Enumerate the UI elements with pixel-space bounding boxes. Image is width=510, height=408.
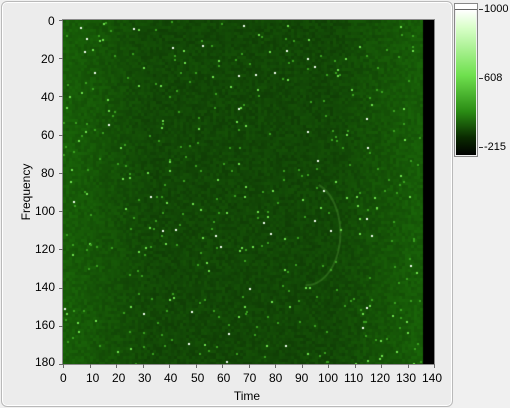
x-tick-mark	[89, 364, 91, 368]
y-tick-label: 60	[41, 128, 55, 142]
x-tick-label: 130	[396, 371, 417, 385]
color-ramp-tick	[479, 9, 483, 10]
x-tick-label: 10	[86, 371, 100, 385]
x-tick-mark	[195, 364, 197, 368]
x-tick-mark	[354, 364, 356, 368]
y-tick-mark	[59, 134, 63, 136]
x-tick-label: 20	[112, 371, 126, 385]
y-tick-mark	[59, 249, 63, 251]
x-tick-mark	[407, 364, 409, 368]
y-tick-mark	[59, 211, 63, 213]
x-tick-label: 0	[60, 371, 67, 385]
x-tick-label: 90	[295, 371, 309, 385]
y-tick-mark	[59, 364, 63, 365]
x-tick-mark	[222, 364, 223, 368]
x-tick-mark	[275, 364, 276, 368]
graph-panel: Frequency Time 0 20 40 60 80 100 120 140…	[1, 1, 453, 407]
y-tick-label: 140	[35, 280, 56, 294]
x-tick-label: 80	[269, 371, 283, 385]
y-tick-label: 120	[35, 242, 56, 256]
x-tick-label: 100	[318, 371, 339, 385]
y-tick-label: 20	[41, 52, 55, 66]
x-tick-mark	[328, 364, 329, 368]
x-tick-label: 50	[191, 371, 205, 385]
y-tick-label: 80	[41, 166, 55, 180]
y-tick-label: 40	[41, 90, 55, 104]
x-tick-label: 110	[344, 371, 364, 385]
y-tick-mark	[59, 20, 63, 21]
x-tick-label: 140	[422, 371, 443, 385]
y-tick-label: 180	[35, 355, 56, 369]
color-ramp-max-label: 1000	[484, 3, 509, 15]
color-ramp-mid-label: 608	[484, 72, 503, 84]
color-ramp-min-label: -215	[484, 141, 507, 153]
x-tick-label: 60	[217, 371, 231, 385]
color-ramp-tick	[479, 147, 483, 148]
x-tick-mark	[63, 364, 64, 368]
y-tick-mark	[59, 287, 63, 289]
x-tick-label: 40	[164, 371, 178, 385]
x-tick-mark	[248, 364, 250, 368]
x-tick-label: 70	[243, 371, 257, 385]
intensity-plot-area[interactable]	[62, 19, 435, 365]
y-tick-label: 0	[48, 14, 55, 28]
y-tick-label: 160	[35, 318, 56, 332]
x-tick-label: 120	[370, 371, 391, 385]
y-tick-mark	[59, 96, 63, 98]
x-tick-mark	[434, 364, 435, 368]
x-tick-mark	[142, 364, 144, 368]
intensity-heatmap	[63, 20, 434, 364]
x-tick-mark	[381, 364, 382, 368]
x-tick-mark	[169, 364, 170, 368]
y-tick-mark	[59, 325, 63, 327]
y-axis-title: Frequency	[19, 163, 33, 221]
color-ramp-tick	[479, 78, 483, 79]
x-axis-title: Time	[233, 389, 261, 403]
color-ramp[interactable]	[454, 3, 478, 157]
y-tick-mark	[59, 58, 63, 60]
y-tick-mark	[59, 172, 63, 174]
x-tick-mark	[301, 364, 303, 368]
x-tick-label: 30	[138, 371, 152, 385]
color-ramp-gradient	[456, 10, 476, 155]
y-tick-label: 100	[35, 204, 56, 218]
x-tick-mark	[116, 364, 117, 368]
